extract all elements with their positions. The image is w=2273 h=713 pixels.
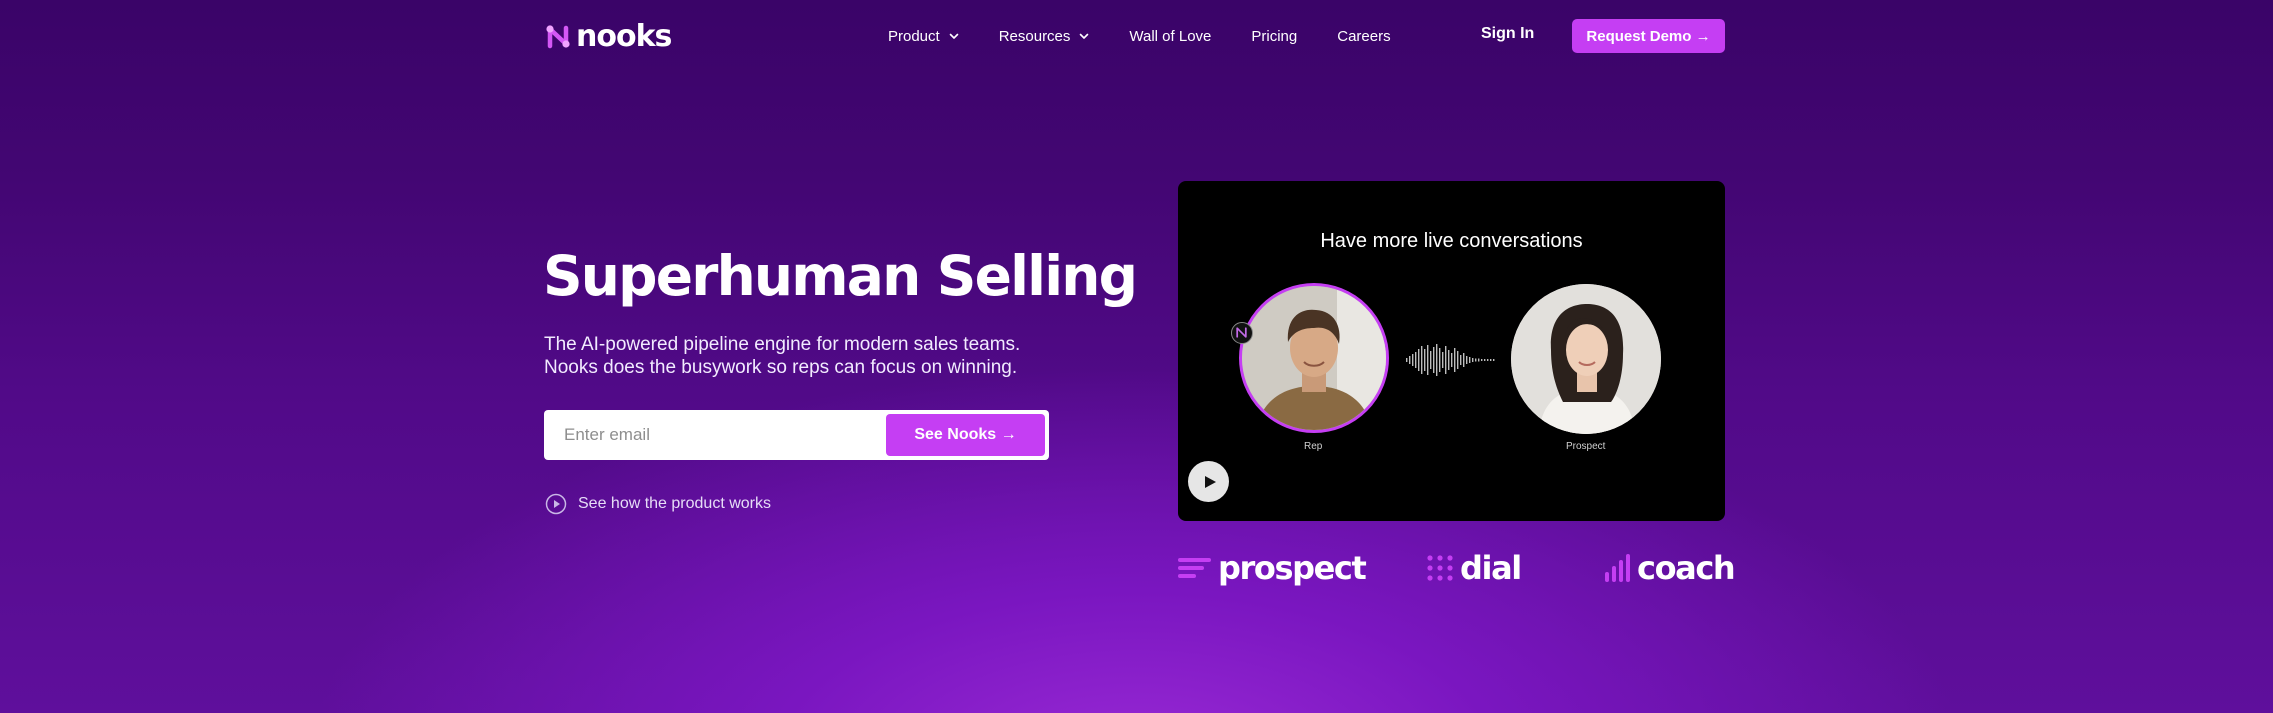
request-demo-button[interactable]: Request Demo → (1572, 19, 1725, 53)
prospect-avatar (1511, 284, 1661, 434)
product-demo-link-label: See how the product works (578, 495, 771, 512)
nav-item-label: Careers (1337, 27, 1391, 45)
nav-item-pricing[interactable]: Pricing (1251, 28, 1297, 45)
nav-links: Product Resources Wall of Love Pricing C… (888, 24, 1431, 48)
nav-item-label: Resources (998, 27, 1071, 45)
product-coach[interactable]: coach (1605, 548, 1736, 588)
nav-item-product[interactable]: Product (888, 28, 959, 45)
rep-label: Rep (1304, 441, 1323, 452)
hero-subtext: The AI-powered pipeline engine for moder… (544, 333, 1104, 379)
sign-in-link[interactable]: Sign In (1481, 25, 1534, 43)
see-nooks-button[interactable]: See Nooks → (886, 414, 1045, 456)
chevron-down-icon (1080, 33, 1089, 39)
email-input[interactable] (544, 410, 884, 460)
top-navigation: nooks Product Resources Wall of Love Pri… (0, 0, 2273, 72)
email-signup-form: See Nooks → (544, 410, 1049, 460)
coach-bars-icon (1605, 554, 1630, 582)
chevron-down-icon (949, 33, 959, 39)
play-icon (1204, 475, 1216, 488)
nav-item-label: Pricing (1251, 27, 1298, 45)
play-button[interactable] (1188, 461, 1229, 502)
audio-waveform-icon (1406, 344, 1495, 376)
product-name: coach (1637, 549, 1736, 587)
hero-headline: Superhuman Selling (543, 244, 1138, 308)
nav-item-label: Product (888, 27, 940, 45)
nooks-logo[interactable]: nooks (544, 19, 672, 55)
product-dial[interactable]: dial (1426, 548, 1522, 588)
nav-item-resources[interactable]: Resources (999, 28, 1090, 45)
dial-dots-icon (1427, 555, 1453, 581)
prospect-portrait-image (1511, 284, 1661, 434)
product-video[interactable]: Have more live conversations Rep Prospec… (1178, 181, 1725, 521)
product-demo-link[interactable]: See how the product works (545, 493, 771, 515)
hero-subtext-line: Nooks does the busywork so reps can focu… (544, 357, 1018, 378)
product-name: prospect (1218, 549, 1367, 587)
hero-subtext-line: The AI-powered pipeline engine for moder… (544, 334, 1021, 355)
rep-avatar (1239, 283, 1389, 433)
nav-item-wall-of-love[interactable]: Wall of Love (1129, 28, 1211, 45)
prospect-lines-icon (1178, 558, 1211, 578)
nooks-logo-icon (546, 25, 570, 49)
nav-item-careers[interactable]: Careers (1337, 28, 1390, 45)
rep-portrait-image (1242, 286, 1386, 430)
play-circle-icon (545, 493, 567, 515)
nooks-badge-icon (1231, 322, 1253, 344)
prospect-label: Prospect (1566, 441, 1606, 452)
product-name: dial (1460, 549, 1522, 587)
video-title: Have more live conversations (1320, 230, 1583, 252)
product-prospect[interactable]: prospect (1178, 548, 1367, 588)
nav-item-label: Wall of Love (1129, 27, 1212, 45)
logo-text: nooks (576, 19, 672, 54)
